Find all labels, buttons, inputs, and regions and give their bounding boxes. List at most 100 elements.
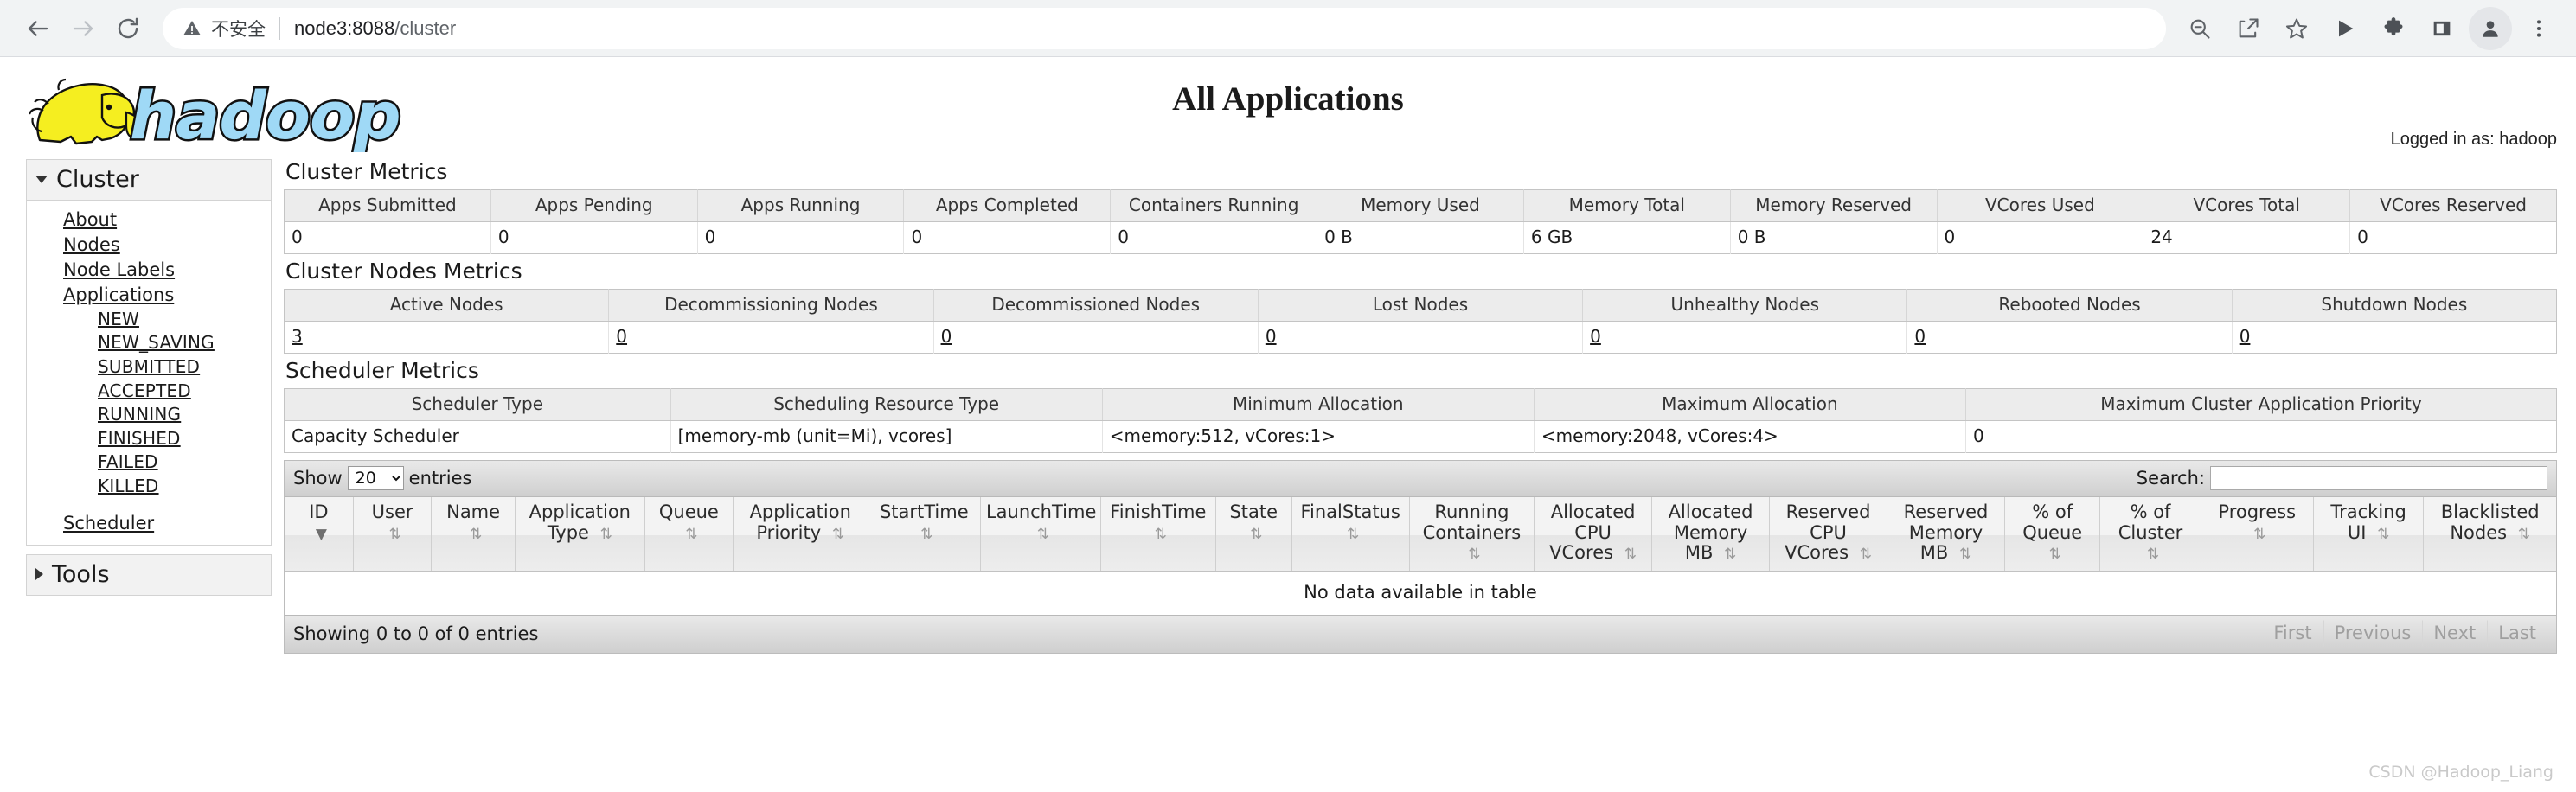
link-lost-nodes[interactable]: 0 xyxy=(1266,326,1277,347)
sidebar-link-about[interactable]: About xyxy=(63,209,117,230)
sidebar-tools-title: Tools xyxy=(52,560,110,588)
sidebar-spacer xyxy=(63,499,271,511)
datatable-toolbar: Show 20 40 60 80 100 entries Search: xyxy=(285,461,2556,497)
col-allocated-memory-mb[interactable]: Allocated Memory MB ⇅ xyxy=(1651,497,1771,572)
sidebar-link-applications[interactable]: Applications xyxy=(63,284,174,305)
col-finishtime[interactable]: FinishTime ⇅ xyxy=(1100,497,1216,572)
cell-decommissioning-nodes: 0 xyxy=(608,321,934,354)
link-shutdown-nodes[interactable]: 0 xyxy=(2240,326,2251,347)
sidebar-item-applications[interactable]: Applications xyxy=(63,283,271,308)
col-apps-running: Apps Running xyxy=(697,189,905,222)
col-memory-used: Memory Used xyxy=(1317,189,1524,222)
col-finalstatus[interactable]: FinalStatus ⇅ xyxy=(1291,497,1410,572)
link-decommissioned-nodes[interactable]: 0 xyxy=(941,326,952,347)
col-reserved-memory-mb[interactable]: Reserved Memory MB ⇅ xyxy=(1887,497,2005,572)
page-last-button[interactable]: Last xyxy=(2487,620,2547,648)
sidebar-item-node-labels[interactable]: Node Labels xyxy=(63,258,271,283)
back-button[interactable] xyxy=(16,6,61,51)
sidebar-link-submitted[interactable]: SUBMITTED xyxy=(98,356,200,377)
col-allocated-cpu-vcores[interactable]: Allocated CPU VCores ⇅ xyxy=(1534,497,1653,572)
link-rebooted-nodes[interactable]: 0 xyxy=(1914,326,1926,347)
col-queue[interactable]: Queue ⇅ xyxy=(644,497,734,572)
page-previous-button[interactable]: Previous xyxy=(2323,620,2423,648)
sidebar-tools-section: Tools xyxy=(26,553,272,596)
col-running-containers[interactable]: Running Containers ⇅ xyxy=(1409,497,1535,572)
col-reserved-cpu-vcores[interactable]: Reserved CPU VCores ⇅ xyxy=(1769,497,1888,572)
link-unhealthy-nodes[interactable]: 0 xyxy=(1590,326,1601,347)
col-name[interactable]: Name ⇅ xyxy=(431,497,516,572)
col-id[interactable]: ID ▼ xyxy=(285,497,354,572)
col-starttime[interactable]: StartTime ⇅ xyxy=(868,497,981,572)
col-blacklisted-nodes[interactable]: Blacklisted Nodes ⇅ xyxy=(2423,497,2556,572)
col-progress[interactable]: Progress ⇅ xyxy=(2201,497,2314,572)
extensions-button[interactable] xyxy=(2372,7,2415,50)
scheduler-metrics-title: Scheduler Metrics xyxy=(285,358,479,383)
col-tracking-ui[interactable]: Tracking UI ⇅ xyxy=(2313,497,2425,572)
address-bar[interactable]: 不安全 node3:8088/cluster xyxy=(163,7,2166,49)
sidebar-item-submitted[interactable]: SUBMITTED xyxy=(98,355,271,380)
sidebar-item-new[interactable]: NEW xyxy=(98,308,271,332)
page-first-button[interactable]: First xyxy=(2262,620,2323,647)
sort-icon: ⇅ xyxy=(388,525,401,543)
side-panel-button[interactable] xyxy=(2420,7,2464,50)
sidebar-link-new[interactable]: NEW xyxy=(98,309,139,329)
col-application-priority[interactable]: Application Priority ⇅ xyxy=(733,497,868,572)
page-header: hadoop All Applications Logged in as: ha… xyxy=(0,57,2576,159)
sidebar-item-scheduler[interactable]: Scheduler xyxy=(63,511,271,536)
col-percent-of-queue[interactable]: % of Queue ⇅ xyxy=(2004,497,2101,572)
profile-button[interactable] xyxy=(2469,6,2512,50)
media-play-button[interactable] xyxy=(2323,7,2367,50)
zoom-out-icon xyxy=(2190,19,2210,39)
sidebar-link-scheduler[interactable]: Scheduler xyxy=(63,513,154,533)
sidebar-link-running[interactable]: RUNNING xyxy=(98,404,181,425)
sidebar-item-finished[interactable]: FINISHED xyxy=(98,427,271,451)
chevron-down-icon xyxy=(35,176,48,183)
not-secure-warning-icon xyxy=(182,18,202,39)
sort-icon: ⇅ xyxy=(1154,525,1167,543)
watermark: CSDN @Hadoop_Liang xyxy=(2368,763,2554,782)
sidebar-item-nodes[interactable]: Nodes xyxy=(63,233,271,258)
col-application-type[interactable]: Application Type ⇅ xyxy=(515,497,645,572)
sidebar-link-failed[interactable]: FAILED xyxy=(98,451,158,472)
sort-icon: ⇅ xyxy=(1036,525,1049,543)
sidebar-link-nodes[interactable]: Nodes xyxy=(63,234,120,255)
link-decommissioning-nodes[interactable]: 0 xyxy=(616,326,627,347)
sidebar-item-killed[interactable]: KILLED xyxy=(98,475,271,499)
share-button[interactable] xyxy=(2227,7,2270,50)
col-user[interactable]: User ⇅ xyxy=(353,497,433,572)
entries-label: entries xyxy=(408,468,472,489)
val-minimum-allocation: <memory:512, vCores:1> xyxy=(1102,420,1535,453)
sidebar-item-running[interactable]: RUNNING xyxy=(98,403,271,427)
forward-button[interactable] xyxy=(61,6,106,51)
sidebar-item-failed[interactable]: FAILED xyxy=(98,450,271,475)
browser-menu-button[interactable] xyxy=(2517,7,2560,50)
zoom-out-button[interactable] xyxy=(2178,7,2221,50)
sidebar-cluster-header[interactable]: Cluster xyxy=(27,160,271,201)
share-icon xyxy=(2239,17,2259,37)
col-launchtime[interactable]: LaunchTime ⇅ xyxy=(980,497,1101,572)
back-arrow-icon xyxy=(28,20,48,36)
sidebar-item-accepted[interactable]: ACCEPTED xyxy=(98,380,271,404)
sidebar-tools-header[interactable]: Tools xyxy=(27,554,271,595)
link-active-nodes[interactable]: 3 xyxy=(292,326,303,347)
bookmark-button[interactable] xyxy=(2275,7,2318,50)
reload-button[interactable] xyxy=(106,6,151,51)
page-next-button[interactable]: Next xyxy=(2422,620,2487,648)
sidebar-link-accepted[interactable]: ACCEPTED xyxy=(98,380,191,401)
col-rebooted-nodes: Rebooted Nodes xyxy=(1906,289,2233,322)
sidebar-link-finished[interactable]: FINISHED xyxy=(98,428,181,449)
security-status-text: 不安全 xyxy=(211,18,266,40)
sidebar-link-node-labels[interactable]: Node Labels xyxy=(63,259,175,280)
val-maximum-allocation: <memory:2048, vCores:4> xyxy=(1534,420,1966,453)
profile-avatar-icon xyxy=(2483,20,2498,37)
col-state[interactable]: State ⇅ xyxy=(1215,497,1292,572)
col-percent-of-cluster[interactable]: % of Cluster ⇅ xyxy=(2099,497,2201,572)
sidebar-item-new-saving[interactable]: NEW_SAVING xyxy=(98,331,271,355)
search-input[interactable] xyxy=(2210,466,2547,490)
page-length-select[interactable]: 20 40 60 80 100 xyxy=(347,466,404,490)
sidebar-item-about[interactable]: About xyxy=(63,208,271,233)
search-label: Search: xyxy=(2136,468,2205,489)
sidebar-link-new-saving[interactable]: NEW_SAVING xyxy=(98,332,215,353)
show-label: Show xyxy=(293,468,343,489)
sidebar-link-killed[interactable]: KILLED xyxy=(98,476,159,496)
